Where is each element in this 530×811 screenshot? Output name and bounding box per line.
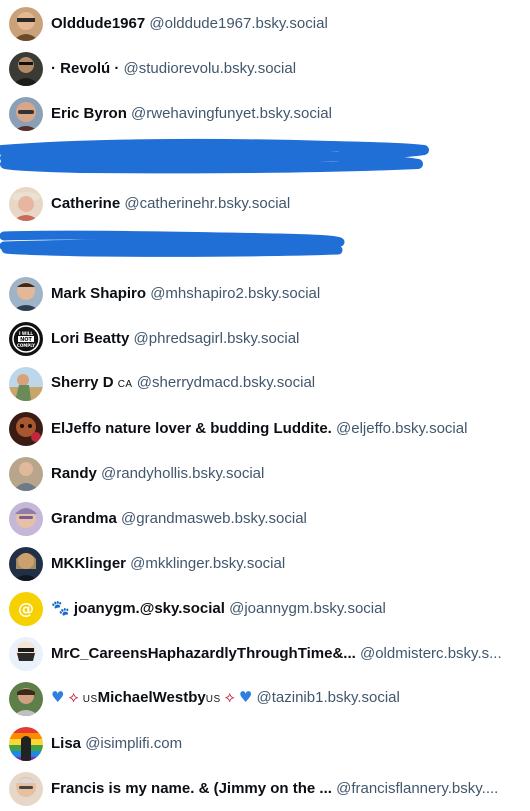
- handle: @grandmasweb.bsky.social: [121, 509, 307, 527]
- avatar[interactable]: [9, 51, 43, 86]
- account-text: MKKlinger @mkklinger.bsky.social: [51, 554, 522, 574]
- avatar[interactable]: [9, 456, 43, 491]
- display-name: Olddude1967: [51, 14, 146, 32]
- list-item[interactable]: Lisa @isimplifi.com: [0, 721, 530, 766]
- list-item[interactable]: MKKlinger @mkklinger.bsky.social: [0, 541, 530, 586]
- avatar[interactable]: [9, 186, 43, 221]
- account-text: Grandma @grandmasweb.bsky.social: [51, 509, 522, 529]
- account-text: Eric Byron @rwehavingfunyet.bsky.social: [51, 104, 522, 124]
- avatar[interactable]: [9, 411, 43, 446]
- list-item[interactable]: Francis is my name. & (Jimmy on the ... …: [0, 766, 530, 811]
- account-text: Francis is my name. & (Jimmy on the ... …: [51, 779, 522, 799]
- handle: @eljeffo.bsky.social: [336, 419, 468, 437]
- account-text: 🐾 joanygm.@sky.social @joannygm.bsky.soc…: [51, 598, 522, 619]
- list-item[interactable]: ElJeffo nature lover & budding Luddite. …: [0, 406, 530, 451]
- avatar[interactable]: [9, 636, 43, 671]
- avatar[interactable]: [9, 96, 43, 131]
- display-name: ElJeffo nature lover & budding Luddite.: [51, 419, 332, 437]
- display-name: Mark Shapiro: [51, 284, 147, 302]
- paw-icon: 🐾: [51, 599, 70, 617]
- avatar-at-sign: @: [18, 599, 34, 618]
- list-item[interactable]: ♥ ⟡ USMichaelWestbyUS ⟡ ♥ @tazinib1.bsky…: [0, 676, 530, 721]
- handle: @phredsagirl.bsky.social: [133, 329, 300, 347]
- handle: @catherinehr.bsky.social: [124, 194, 291, 212]
- list-item[interactable]: Eric Byron @rwehavingfunyet.bsky.social: [0, 91, 530, 136]
- list-item[interactable]: I WILL NOT COMPLY Lori Beatty @phredsagi…: [0, 316, 530, 361]
- svg-text:I WILL: I WILL: [19, 331, 33, 336]
- display-name: Randy: [51, 464, 97, 482]
- display-name: Catherine: [51, 194, 121, 212]
- list-item-redacted[interactable]: [0, 226, 530, 271]
- display-name: Sherry D: [51, 373, 114, 391]
- list-item[interactable]: · Revolú · @studiorevolu.bsky.social: [0, 46, 530, 91]
- avatar[interactable]: [9, 726, 43, 761]
- handle: @studiorevolu.bsky.social: [123, 59, 297, 77]
- country-tag: CA: [117, 378, 133, 390]
- handle: @mkklinger.bsky.social: [130, 554, 286, 572]
- handle: @joannygm.bsky.social: [229, 600, 386, 617]
- handle: @tazinib1.bsky.social: [256, 689, 400, 706]
- avatar[interactable]: I WILL NOT COMPLY: [9, 321, 43, 356]
- account-text: Mark Shapiro @mhshapiro2.bsky.social: [51, 284, 522, 304]
- avatar[interactable]: [9, 771, 43, 806]
- account-text: Sherry D CA @sherrydmacd.bsky.social: [51, 373, 522, 395]
- display-name: Lisa: [51, 734, 82, 752]
- handle: @sherrydmacd.bsky.social: [136, 373, 316, 391]
- handle: @mhshapiro2.bsky.social: [150, 284, 321, 302]
- butterfly-icon: ⟡: [68, 688, 79, 706]
- blue-heart-icon: ♥: [238, 688, 253, 706]
- avatar[interactable]: [9, 681, 43, 716]
- handle: @oldmisterc.bsky.s...: [359, 644, 502, 662]
- account-text: ♥ ⟡ USMichaelWestbyUS ⟡ ♥ @tazinib1.bsky…: [51, 687, 522, 710]
- avatar[interactable]: [9, 276, 43, 311]
- account-text: Catherine @catherinehr.bsky.social: [51, 194, 522, 214]
- avatar[interactable]: @: [9, 591, 43, 626]
- handle: @francisflannery.bsky....: [336, 779, 499, 797]
- display-name: MrC_CareensHaphazardlyThroughTime&...: [51, 644, 356, 662]
- list-item[interactable]: Randy @randyhollis.bsky.social: [0, 451, 530, 496]
- list-item[interactable]: Catherine @catherinehr.bsky.social: [0, 181, 530, 226]
- display-name: Grandma: [51, 509, 117, 527]
- display-name: Eric Byron: [51, 104, 127, 122]
- account-text: Lisa @isimplifi.com: [51, 734, 522, 754]
- display-name: · Revolú ·: [51, 59, 120, 77]
- handle: @isimplifi.com: [85, 734, 183, 752]
- display-name: MKKlinger: [51, 554, 126, 572]
- account-text: MrC_CareensHaphazardlyThroughTime&... @o…: [51, 644, 522, 664]
- redaction-scribble: [0, 230, 345, 257]
- handle: @rwehavingfunyet.bsky.social: [131, 104, 332, 122]
- avatar[interactable]: [9, 6, 43, 41]
- butterfly-icon: ⟡: [224, 688, 235, 706]
- account-text: · Revolú · @studiorevolu.bsky.social: [51, 59, 522, 79]
- display-name: joanygm.@sky.social: [73, 600, 225, 617]
- redaction-scribble: [0, 138, 429, 174]
- svg-text:COMPLY: COMPLY: [17, 343, 35, 348]
- display-name: Francis is my name. & (Jimmy on the ...: [51, 779, 332, 797]
- account-text: Randy @randyhollis.bsky.social: [51, 464, 522, 484]
- list-item-redacted[interactable]: [0, 136, 530, 181]
- country-tag: US: [205, 694, 221, 705]
- list-item[interactable]: @ 🐾 joanygm.@sky.social @joannygm.bsky.s…: [0, 586, 530, 631]
- avatar[interactable]: [9, 546, 43, 581]
- blue-heart-icon: ♥: [51, 688, 65, 706]
- handle: @randyhollis.bsky.social: [101, 464, 265, 482]
- avatar[interactable]: [9, 366, 43, 401]
- list-item[interactable]: Mark Shapiro @mhshapiro2.bsky.social: [0, 271, 530, 316]
- list-item[interactable]: MrC_CareensHaphazardlyThroughTime&... @o…: [0, 631, 530, 676]
- list-item[interactable]: Olddude1967 @olddude1967.bsky.social: [0, 1, 530, 46]
- display-name: Lori Beatty: [51, 329, 130, 347]
- country-tag: US: [82, 694, 98, 705]
- handle: @olddude1967.bsky.social: [149, 14, 328, 32]
- list-item[interactable]: Grandma @grandmasweb.bsky.social: [0, 496, 530, 541]
- list-item[interactable]: Sherry D CA @sherrydmacd.bsky.social: [0, 361, 530, 406]
- account-text: ElJeffo nature lover & budding Luddite. …: [51, 419, 522, 439]
- account-text: Olddude1967 @olddude1967.bsky.social: [51, 14, 522, 34]
- avatar[interactable]: [9, 501, 43, 536]
- display-name: MichaelWestby: [97, 689, 206, 706]
- account-text: Lori Beatty @phredsagirl.bsky.social: [51, 329, 522, 349]
